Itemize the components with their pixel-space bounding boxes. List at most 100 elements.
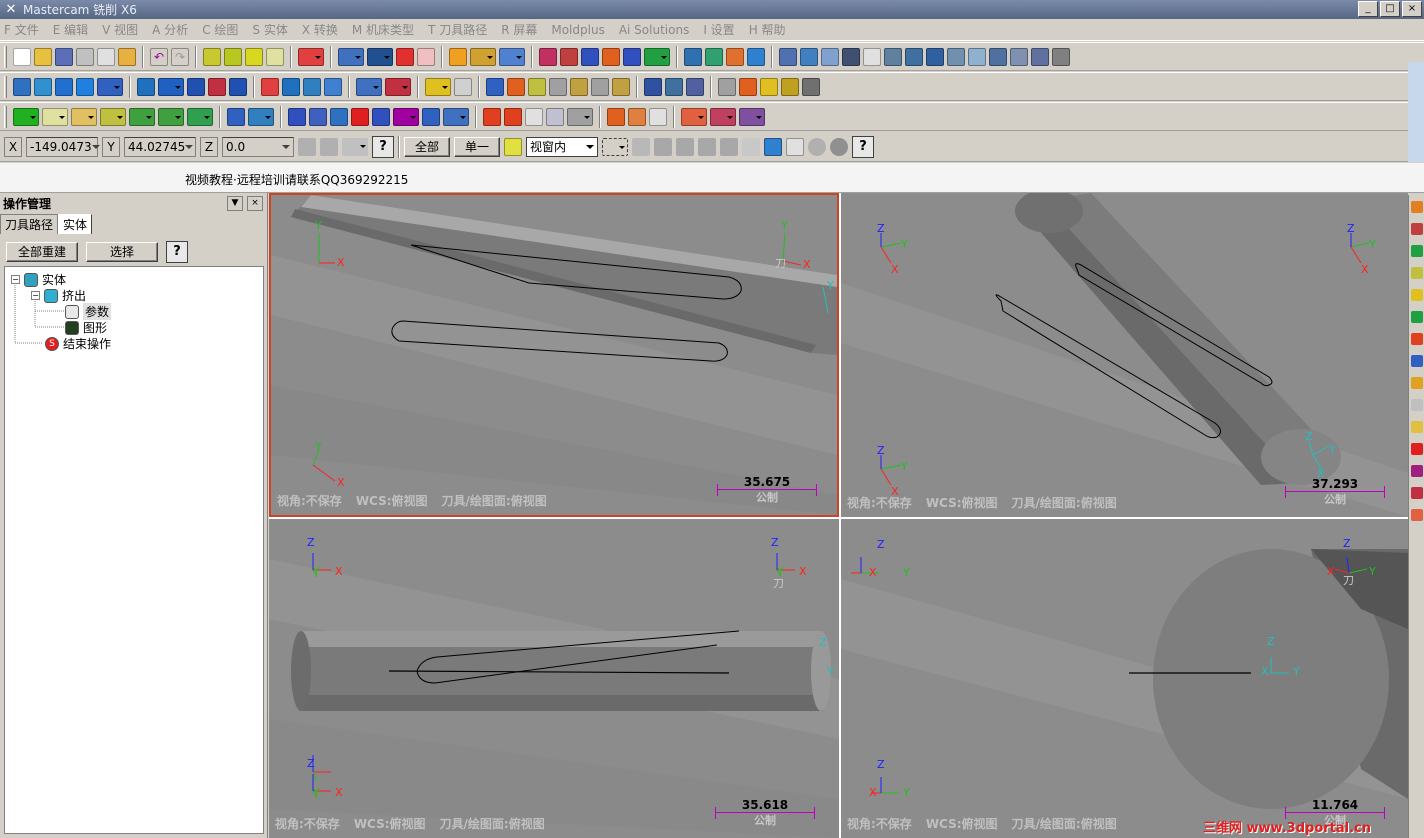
sigma-icon[interactable] [623, 47, 641, 66]
help-icon[interactable]: ? [372, 135, 394, 158]
window-select-icon[interactable] [602, 137, 629, 156]
face-select-icon[interactable] [676, 137, 695, 156]
plane-gray-icon[interactable] [1411, 399, 1423, 411]
chamfer-entity-icon[interactable] [158, 107, 184, 126]
bracket-icon[interactable] [905, 47, 923, 66]
tree-node-params[interactable]: 参数 [65, 303, 112, 320]
pointer-icon[interactable] [632, 137, 651, 156]
select-button[interactable]: 选择 [86, 242, 158, 262]
x-lock-button[interactable]: X [4, 136, 22, 157]
pen-icon[interactable] [499, 47, 525, 66]
collapse-icon[interactable]: − [11, 275, 20, 284]
shell-icon[interactable] [187, 77, 205, 96]
stack-icon[interactable] [802, 77, 820, 96]
minimize-button[interactable]: _ [1358, 1, 1378, 17]
check-icon[interactable] [786, 137, 805, 156]
clip-icon[interactable] [644, 77, 662, 96]
zoom-box-icon[interactable] [1010, 47, 1028, 66]
offset-icon[interactable] [393, 107, 419, 126]
measure-icon[interactable] [454, 77, 472, 96]
surface-icon[interactable] [607, 107, 625, 126]
layer-icon[interactable] [821, 47, 839, 66]
globe-icon[interactable] [338, 47, 364, 66]
back-face-icon[interactable] [742, 137, 761, 156]
tool-post-icon[interactable] [739, 107, 765, 126]
cylinder-icon[interactable] [187, 107, 213, 126]
zoom-window-icon[interactable] [528, 77, 546, 96]
ruler-icon[interactable] [560, 47, 578, 66]
redo-icon[interactable]: ↷ [171, 47, 189, 66]
menu-solids[interactable]: S 实体 [252, 21, 287, 38]
rectangle-icon[interactable] [100, 107, 126, 126]
opmgr-close-button[interactable]: × [247, 196, 263, 211]
layout-icon[interactable] [303, 77, 321, 96]
blend-icon[interactable] [681, 107, 707, 126]
tree-icon[interactable] [644, 47, 670, 66]
menu-edit[interactable]: E 编辑 [53, 21, 88, 38]
undo-icon[interactable]: ↶ [150, 47, 168, 66]
viewport-divider-horizontal[interactable] [269, 517, 1408, 519]
selection-cursor-icon[interactable] [504, 137, 523, 156]
z-coordinate-field[interactable]: 0.0 [222, 136, 294, 157]
viewport-bottom-right[interactable]: Z X Y Z X Y Z X Y 刀 Z X Y 视角:不保存 WCS:俯视图… [841, 519, 1408, 838]
plane-green-icon[interactable] [1411, 245, 1423, 257]
z-lock-button[interactable]: Z [200, 136, 218, 157]
regenerate-all-button[interactable]: 全部重建 [6, 242, 78, 262]
maximize-button[interactable]: □ [1380, 1, 1400, 17]
plane-light-icon[interactable] [1411, 421, 1423, 433]
plane-blue-icon[interactable] [1411, 355, 1423, 367]
house-icon[interactable] [567, 107, 593, 126]
cube-outline-icon[interactable] [266, 47, 284, 66]
tree-node-extrude[interactable]: − 挤出 [31, 287, 86, 304]
cube-shade-icon[interactable] [224, 47, 242, 66]
print-icon[interactable] [76, 47, 94, 66]
thicken-icon[interactable] [261, 77, 279, 96]
draft-icon[interactable] [282, 77, 300, 96]
move-icon[interactable] [486, 77, 504, 96]
solid-box-icon[interactable] [298, 47, 324, 66]
surface-net-icon[interactable] [628, 107, 646, 126]
machine-icon[interactable] [581, 47, 599, 66]
save-icon[interactable] [55, 47, 73, 66]
line-icon[interactable] [42, 107, 68, 126]
plane-red2-icon[interactable] [1411, 443, 1423, 455]
path-icon[interactable] [884, 47, 902, 66]
selection-mode-dropdown[interactable]: 视窗内 [526, 136, 599, 157]
rotate-entity-icon[interactable] [351, 107, 369, 126]
grid-lines-icon[interactable] [504, 107, 522, 126]
collapse-icon[interactable]: − [31, 291, 40, 300]
brush-icon[interactable] [118, 47, 136, 66]
zoom-out-icon[interactable] [612, 77, 630, 96]
network-icon[interactable] [800, 47, 818, 66]
revolve-icon[interactable] [34, 77, 52, 96]
verify-icon[interactable] [764, 137, 783, 156]
tree-node-solid[interactable]: − 实体 [11, 271, 66, 288]
trim-solid-icon[interactable] [208, 77, 226, 96]
selection-help-icon[interactable]: ? [852, 135, 875, 158]
menu-help[interactable]: H 帮助 [749, 21, 786, 38]
open-file-icon[interactable] [34, 47, 52, 66]
rotate-icon[interactable] [507, 77, 525, 96]
opmgr-help-icon[interactable]: ? [166, 241, 188, 263]
tool-help-icon[interactable] [539, 47, 557, 66]
array-icon[interactable] [422, 107, 440, 126]
plane-coral-icon[interactable] [1411, 509, 1423, 521]
view-sheet-icon[interactable] [356, 77, 382, 96]
primitive-icon[interactable] [97, 77, 123, 96]
menu-xform[interactable]: X 转换 [302, 21, 338, 38]
single-button[interactable]: 单一 [454, 136, 501, 157]
plane-gold-icon[interactable] [1411, 289, 1423, 301]
plane-purple-icon[interactable] [1411, 465, 1423, 477]
frame-icon[interactable] [842, 47, 860, 66]
mesh-icon[interactable] [649, 107, 667, 126]
mirror-icon[interactable] [330, 107, 348, 126]
plane-amber-icon[interactable] [1411, 377, 1423, 389]
circle-gray-icon[interactable] [830, 137, 849, 156]
monitor-icon[interactable] [718, 77, 736, 96]
chamfer-icon[interactable] [158, 77, 184, 96]
zoom-in-icon[interactable] [570, 77, 588, 96]
align-icon[interactable] [779, 47, 797, 66]
edit-clip-icon[interactable] [665, 77, 683, 96]
s-curve-icon[interactable] [926, 47, 944, 66]
cube-wire-icon[interactable] [203, 47, 221, 66]
